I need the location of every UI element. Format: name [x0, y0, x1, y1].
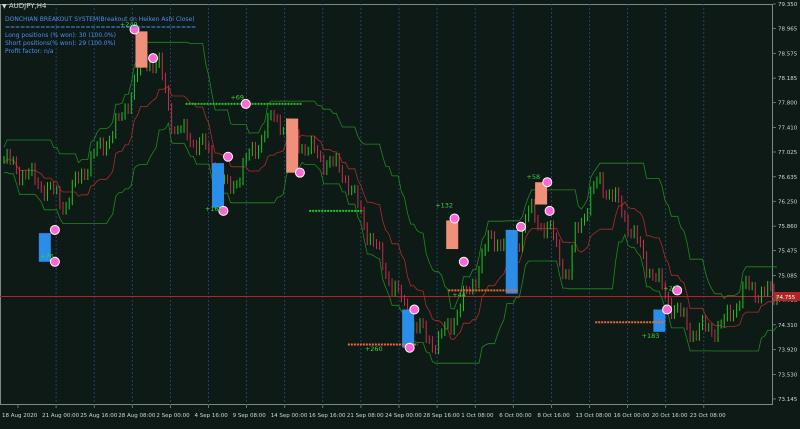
x-tick-label: 25 Aug 16:00 — [80, 413, 118, 419]
x-tick-label: 18 Aug 2020 — [2, 413, 38, 419]
trade-profit-label: +76 — [40, 253, 54, 261]
profit-factor: Profit factor: n/a — [5, 48, 54, 55]
long-trade-box — [402, 309, 415, 348]
y-tick-label: 77.800 — [778, 101, 798, 107]
price-chart[interactable]: 18 Aug 2020 21 Aug 00:00 25 Aug 16:00 28 Au… — [0, 0, 800, 425]
x-tick-label: 21 Sep 08:00 — [347, 413, 384, 419]
y-tick-label: 73.145 — [778, 397, 798, 403]
x-tick-label: 23 Oct 08:00 — [690, 413, 726, 419]
x-tick-label: 16 Oct 00:00 — [614, 413, 650, 419]
x-tick-label: 8 Oct 16:00 — [537, 413, 570, 419]
symbol-tab[interactable]: ▼ AUDJPY,H4 — [2, 2, 47, 10]
trade-profit-label: +44 — [452, 291, 466, 299]
plot-frame — [0, 4, 773, 405]
signal-marker — [49, 224, 60, 235]
y-tick-label: 76.635 — [778, 175, 798, 181]
signal-marker — [544, 205, 555, 216]
info-panel: DONCHIAN BREAKOUT SYSTEM(Breakout on Hei… — [5, 16, 196, 56]
short-trade-box — [446, 220, 459, 250]
y-tick-label: 78.575 — [778, 51, 798, 57]
y-tick-label: 75.475 — [778, 249, 798, 255]
x-tick-label: 28 Aug 08:00 — [118, 413, 156, 419]
x-tick-label: 21 Aug 00:00 — [42, 413, 80, 419]
trade-profit-label: +183 — [642, 332, 660, 340]
x-tick-label: 16 Sep 16:00 — [309, 413, 346, 419]
y-tick-label: 78.965 — [778, 27, 798, 33]
y-tick-label: 75.085 — [778, 273, 798, 279]
signal-marker — [449, 213, 460, 224]
short-positions: Short positions(% won): 29 (100.0%) — [5, 40, 116, 47]
y-tick-label: 79.350 — [778, 2, 798, 8]
y-tick-label: 74.310 — [778, 323, 798, 329]
x-tick-label: 2 Sep 00:00 — [156, 413, 190, 419]
signal-marker — [294, 167, 305, 178]
y-tick-label: 73.530 — [778, 372, 798, 378]
x-tick-label: 1 Oct 08:00 — [461, 413, 494, 419]
y-tick-label: 77.410 — [778, 125, 798, 131]
x-tick-label: 9 Sep 08:00 — [233, 413, 267, 419]
x-tick-label: 24 Sep 00:00 — [385, 413, 422, 419]
x-tick-label: 6 Oct 00:00 — [499, 413, 532, 419]
y-tick-label: 73.920 — [778, 348, 798, 354]
x-tick-label: 20 Oct 16:00 — [652, 413, 688, 419]
y-tick-label: 78.185 — [778, 76, 798, 82]
signal-marker — [409, 304, 420, 315]
symbol-label: AUDJPY,H4 — [8, 2, 47, 10]
chart-svg: 18 Aug 2020 21 Aug 00:00 25 Aug 16:00 28 Au… — [0, 2, 800, 419]
triangle-down-icon: ▼ — [2, 3, 7, 10]
signal-marker — [516, 221, 527, 232]
y-tick-label: 76.250 — [778, 199, 798, 205]
trade-profit-label: +69 — [230, 93, 244, 101]
long-positions: Long positions (% won): 30 (100.0%) — [5, 32, 116, 39]
panel-title: DONCHIAN BREAKOUT SYSTEM(Breakout on Hei… — [5, 16, 195, 23]
x-tick-label: 4 Sep 16:00 — [195, 413, 229, 419]
signal-marker — [223, 151, 234, 162]
x-tick-label: 28 Sep 16:00 — [423, 413, 460, 419]
trade-profit-label: +260 — [365, 345, 383, 353]
trade-profit-label: +132 — [435, 202, 453, 210]
current-price-label: 74.755 — [776, 295, 796, 301]
trade-profit-label: +27 — [663, 284, 677, 292]
signal-marker — [662, 304, 673, 315]
short-trade-box — [286, 118, 299, 173]
x-tick-label: 14 Sep 00:00 — [271, 413, 308, 419]
long-trade-box — [505, 229, 518, 294]
trade-profit-label: +168 — [205, 205, 223, 213]
long-trade-box — [211, 163, 224, 208]
trade-profit-label: +58 — [526, 173, 540, 181]
signal-marker — [542, 177, 553, 188]
signal-marker — [458, 256, 469, 267]
channel-upper — [3, 41, 777, 310]
panel-separator: ====================================== — [5, 24, 197, 31]
y-tick-label: 77.025 — [778, 150, 798, 156]
y-tick-label: 75.860 — [778, 224, 798, 230]
x-tick-label: 13 Oct 08:00 — [576, 413, 612, 419]
signal-marker — [404, 342, 415, 353]
